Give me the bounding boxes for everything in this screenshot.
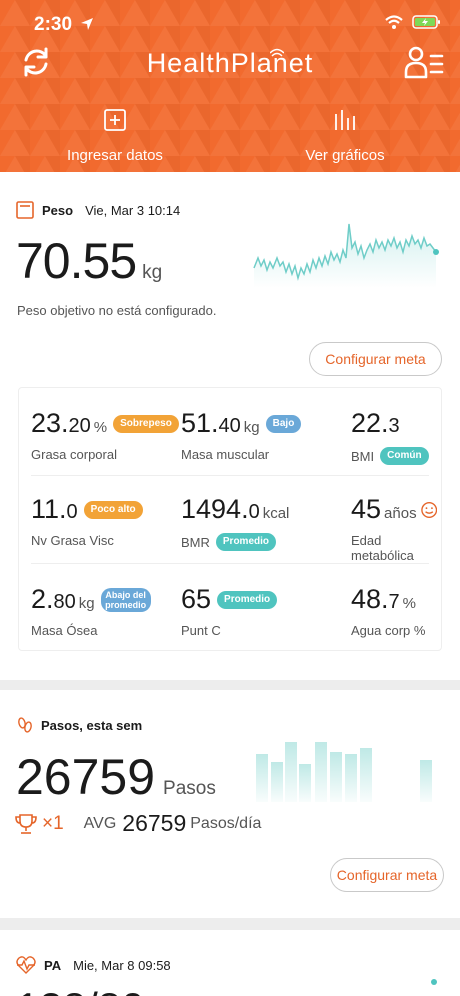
heart-pulse-icon: [16, 956, 36, 974]
metric-value: 45: [351, 494, 382, 524]
metrics-divider: [31, 475, 429, 476]
wifi-icon: [385, 15, 403, 29]
avg-value: 26759: [122, 810, 187, 836]
metric-value: 22.: [351, 408, 389, 438]
app-title: HealthPlanet: [146, 48, 314, 78]
metric-decimal: 0: [248, 501, 260, 523]
user-menu-icon[interactable]: [404, 44, 444, 80]
weight-value-block: 70.55 kg: [16, 232, 162, 290]
bp-chart-dot: [431, 979, 437, 985]
footprints-icon: [18, 717, 32, 733]
battery-charging-icon: [412, 15, 440, 29]
weight-unit: kg: [142, 262, 163, 283]
steps-week-bars: [256, 742, 432, 802]
metric-decimal: 80: [53, 591, 76, 613]
view-charts-button[interactable]: Ver gráficos: [265, 108, 425, 164]
metric-physique-rating[interactable]: 65 Promedio Punt C: [181, 584, 278, 638]
metric-unit: kcal: [262, 505, 290, 522]
status-badge: Poco alto: [83, 500, 143, 519]
metric-label: Punt C: [181, 623, 221, 638]
metric-label: Masa Ósea: [31, 623, 98, 638]
steps-summary: ×1 AVG 26759 Pasos/día: [14, 810, 261, 837]
steps-label: Pasos, esta sem: [41, 717, 143, 733]
bp-date: Mie, Mar 8 09:58: [73, 957, 171, 973]
metric-label: Grasa corporal: [31, 447, 117, 462]
metric-label: BMR: [181, 534, 210, 550]
input-data-label: Ingresar datos: [67, 147, 163, 164]
input-data-button[interactable]: Ingresar datos: [35, 108, 195, 164]
smiley-face-icon: [420, 501, 437, 518]
weight-card[interactable]: Peso Vie, Mar 3 10:14 70.55 kg Peso objet…: [0, 172, 460, 680]
metric-unit: años: [384, 505, 417, 522]
metric-unit: kg: [243, 419, 260, 436]
metric-visceral-fat[interactable]: 11. 0 Poco alto Nv Grasa Visc: [31, 494, 143, 548]
status-badge: Bajo: [265, 414, 302, 433]
metric-label: Edad metabólica: [351, 533, 414, 563]
metric-unit: kg: [78, 595, 95, 612]
metric-label: Masa muscular: [181, 447, 270, 462]
metric-label: BMI: [351, 448, 375, 464]
signal-icon: [270, 48, 284, 57]
metric-unit: %: [93, 419, 108, 436]
metric-value: 11.: [31, 494, 67, 524]
trophy-icon: [15, 813, 37, 834]
metric-bmi[interactable]: 22. 3 BMI Común: [351, 408, 429, 465]
metric-value: 1494.: [181, 494, 249, 524]
metric-value: 51.: [181, 408, 219, 438]
status-badge: Sobrepeso: [113, 414, 179, 433]
metric-label: Agua corp %: [351, 623, 426, 638]
bp-header: PA Mie, Mar 8 09:58: [16, 956, 171, 974]
metric-muscle-mass[interactable]: 51. 40 kg Bajo Masa muscular: [181, 408, 302, 462]
metric-value: 23.: [31, 408, 69, 438]
status-badge: Promedio: [215, 533, 277, 551]
location-arrow-icon: [81, 18, 93, 30]
metric-body-fat[interactable]: 23. 20% Sobrepeso Grasa corporal: [31, 408, 179, 462]
bp-value: 138/80: [16, 984, 144, 996]
weight-label: Peso: [42, 202, 74, 218]
status-badge: Promedio: [217, 590, 278, 609]
weight-date: Vie, Mar 3 10:14: [85, 202, 181, 218]
metric-decimal: 3: [388, 415, 400, 437]
metric-decimal: 7: [388, 591, 400, 613]
trophy-count: ×1: [42, 812, 64, 834]
metric-decimal: 40: [218, 415, 241, 437]
steps-goal-button[interactable]: Configurar meta: [330, 858, 444, 892]
metric-decimal: 20: [68, 415, 91, 437]
metric-metabolic-age[interactable]: 45 años Edad metabólica: [351, 494, 437, 563]
metric-decimal: 0: [66, 501, 78, 523]
weight-goal-note: Peso objetivo no está configurado.: [17, 303, 217, 318]
metric-label: Nv Grasa Visc: [31, 533, 114, 548]
status-time: 2:30: [34, 14, 73, 35]
steps-header: Pasos, esta sem: [16, 716, 142, 734]
weight-value: 70.55: [16, 233, 137, 289]
add-square-icon: [104, 109, 126, 131]
bp-label: PA: [44, 957, 62, 973]
bar-chart-icon: [335, 110, 355, 130]
avg-unit: Pasos/día: [190, 814, 262, 832]
steps-value-block: 26759 Pasos: [16, 748, 216, 806]
scale-icon: [16, 201, 34, 219]
metrics-divider: [31, 563, 429, 564]
metric-unit: %: [402, 595, 417, 612]
steps-value: 26759: [16, 749, 156, 805]
metric-value: 65: [181, 584, 212, 614]
body-metrics-grid: 23. 20% Sobrepeso Grasa corporal 51. 40 kg Ba…: [18, 387, 442, 651]
status-badge: Abajo del promedio: [100, 587, 151, 612]
metric-value: 48.: [351, 584, 389, 614]
status-icons: [384, 14, 442, 30]
metric-body-water[interactable]: 48. 7% Agua corp %: [351, 584, 425, 638]
avg-label: AVG: [83, 814, 117, 832]
metric-value: 2.: [31, 584, 54, 614]
weight-goal-button[interactable]: Configurar meta: [309, 342, 442, 376]
weight-trend-sparkline: [253, 223, 439, 288]
metric-bone-mass[interactable]: 2. 80 kg Abajo del promedio Masa Ósea: [31, 584, 151, 638]
metric-bmr[interactable]: 1494. 0 kcal BMR Promedio: [181, 494, 289, 551]
view-charts-label: Ver gráficos: [305, 147, 385, 164]
weight-header: Peso Vie, Mar 3 10:14: [16, 201, 180, 219]
app-header: 2:30 HealthPlanet Ingresar datos Ver grá…: [0, 0, 460, 172]
steps-unit: Pasos: [163, 778, 216, 799]
status-badge: Común: [380, 447, 429, 465]
